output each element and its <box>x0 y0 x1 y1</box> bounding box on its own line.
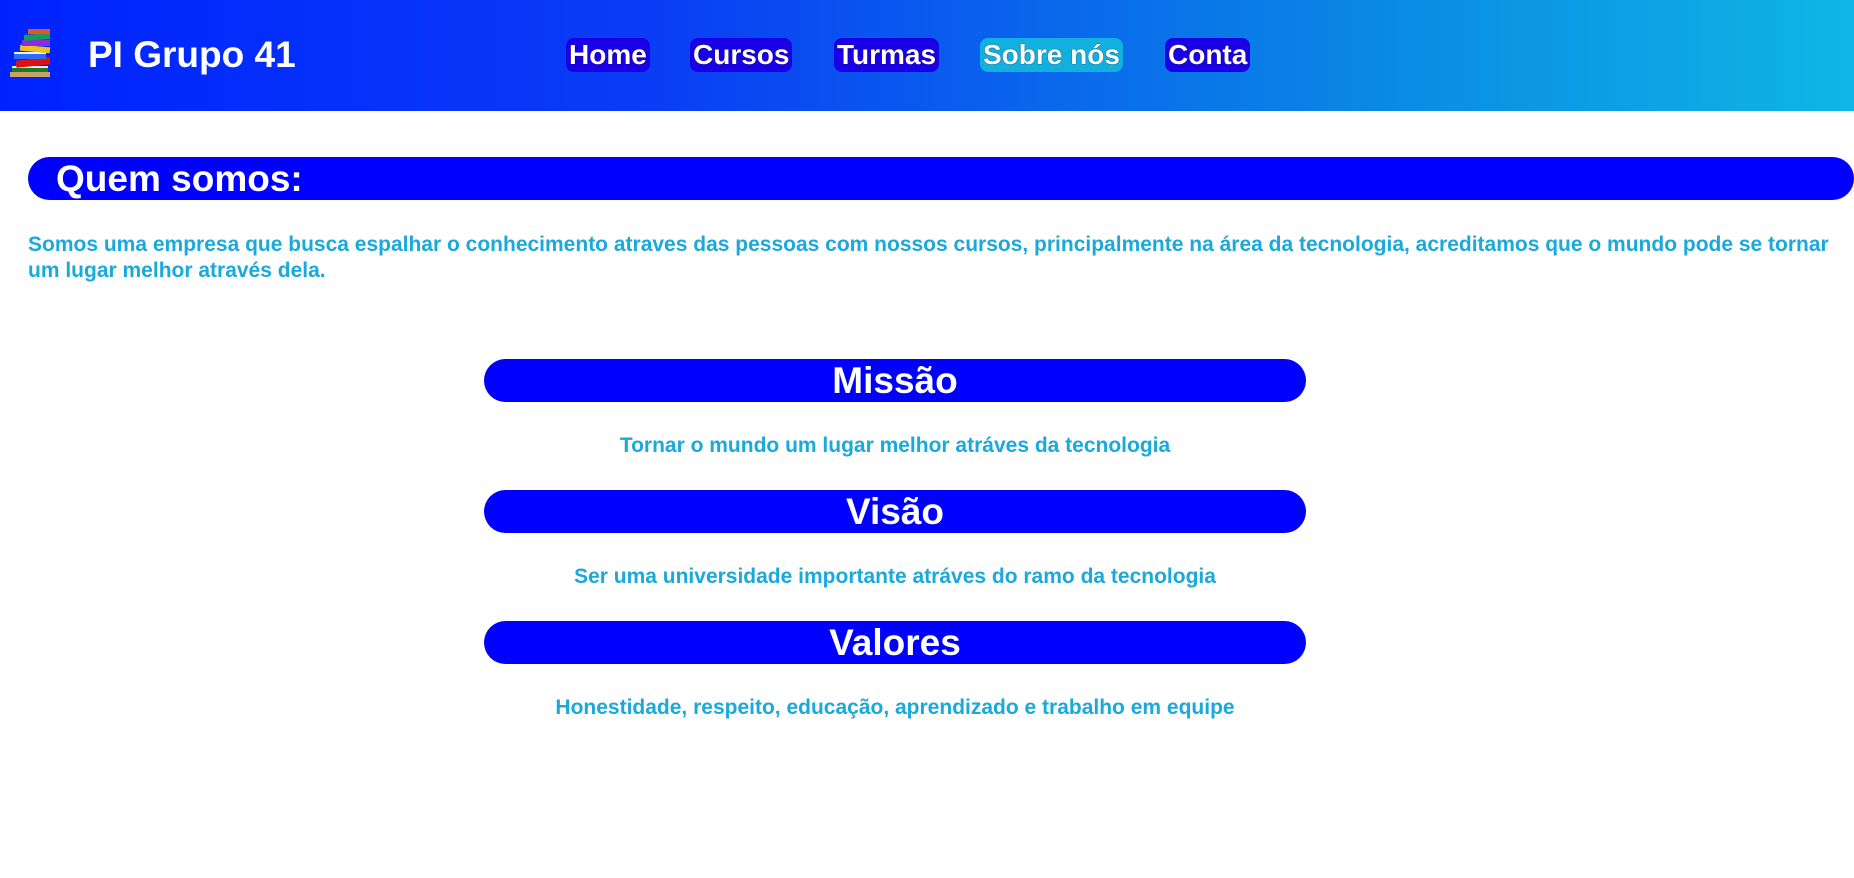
about-text: Somos uma empresa que busca espalhar o c… <box>28 233 1829 282</box>
nav-sobre-nos[interactable]: Sobre nós <box>980 38 1123 72</box>
values-heading: Valores <box>484 621 1306 664</box>
nav-conta[interactable]: Conta <box>1165 38 1251 72</box>
vision-text: Ser uma universidade importante atráves … <box>574 565 1216 588</box>
values-text: Honestidade, respeito, educação, aprendi… <box>555 696 1235 719</box>
about-heading: Quem somos: <box>28 157 1854 200</box>
mission-heading: Missão <box>484 359 1306 402</box>
nav-cursos[interactable]: Cursos <box>690 38 793 72</box>
vision-heading: Visão <box>484 490 1306 533</box>
mission-text: Tornar o mundo um lugar melhor atráves d… <box>619 434 1171 457</box>
nav-turmas[interactable]: Turmas <box>834 38 940 72</box>
books-stack-icon[interactable] <box>10 26 60 80</box>
nav-home[interactable]: Home <box>566 38 650 72</box>
site-title[interactable]: PI Grupo 41 <box>88 31 296 79</box>
site-header: PI Grupo 41 Home Cursos Turmas Sobre nós… <box>0 0 1854 111</box>
